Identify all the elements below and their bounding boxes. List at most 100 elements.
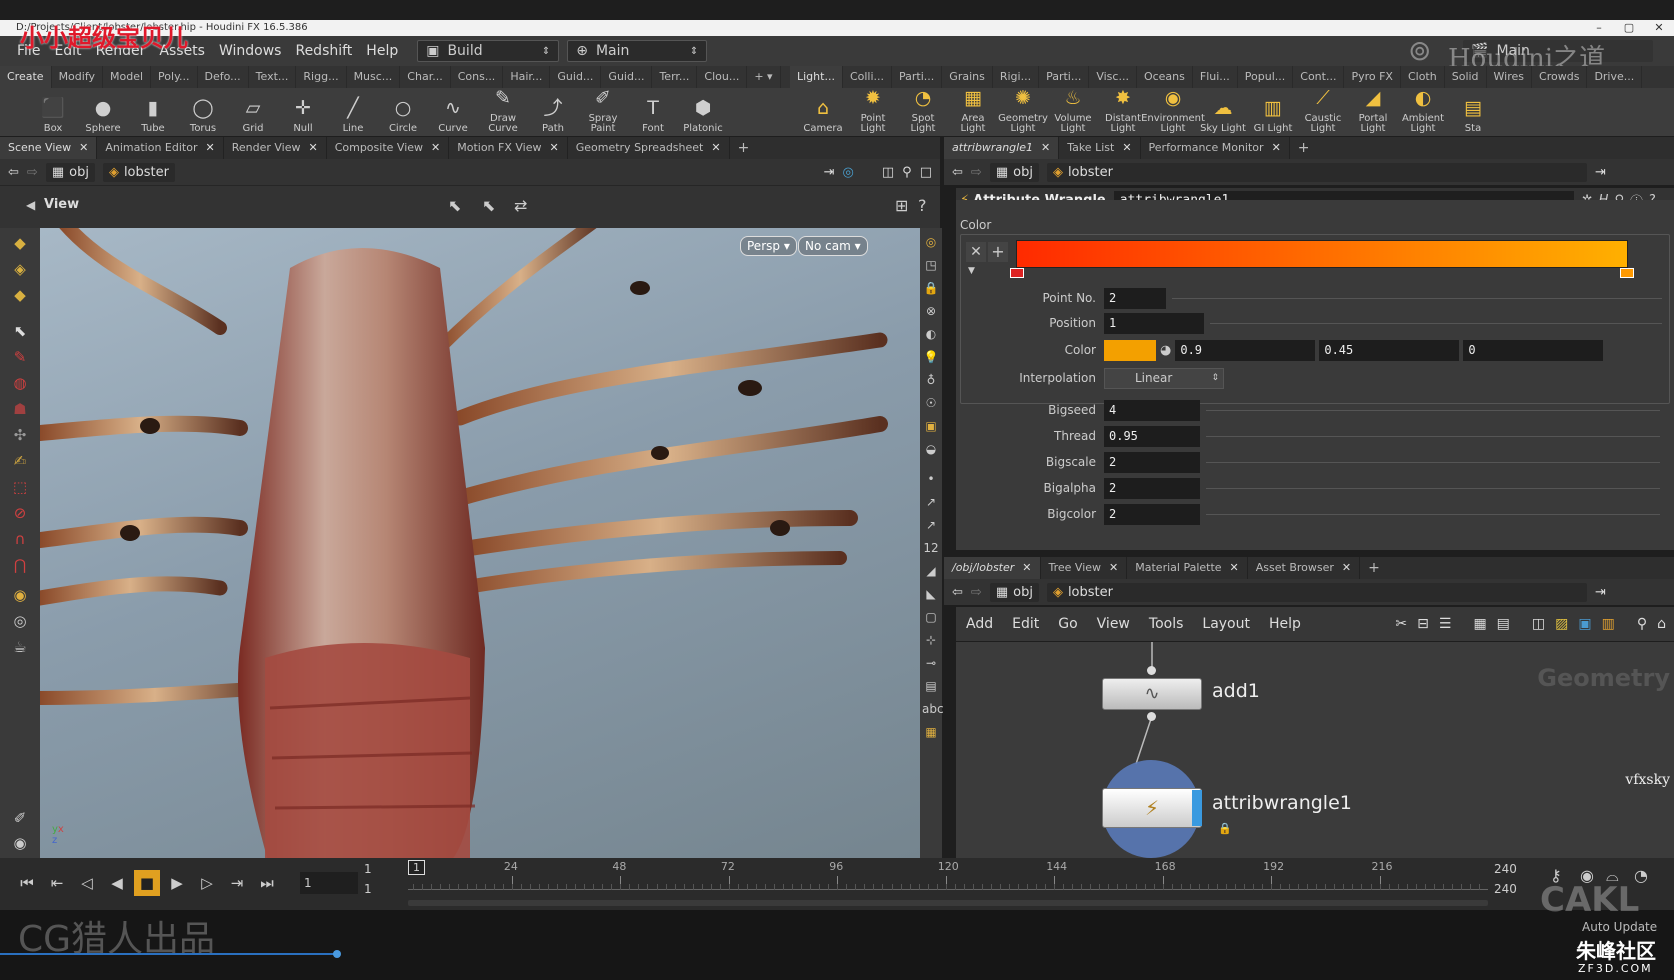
- circle-tool[interactable]: ○ Circle: [378, 88, 428, 136]
- layout-icon[interactable]: ◫: [1532, 616, 1545, 632]
- node-output-dot[interactable]: [1147, 712, 1156, 721]
- jump-end-icon[interactable]: ⏭: [254, 870, 280, 896]
- close-tab-icon[interactable]: ✕: [1230, 557, 1239, 579]
- image-display-icon[interactable]: ▦: [922, 723, 940, 741]
- network-menu-item[interactable]: Help: [1269, 616, 1301, 632]
- interpolation-select[interactable]: Linear ⇕: [1104, 367, 1224, 389]
- bigalpha-slider[interactable]: [1206, 487, 1660, 489]
- add-tab-icon[interactable]: +: [730, 140, 758, 156]
- null-tool[interactable]: ✛ Null: [278, 88, 328, 136]
- color-swatch[interactable]: [1104, 339, 1156, 361]
- network-menu-item[interactable]: Add: [966, 616, 993, 632]
- pane-tab[interactable]: Material Palette ✕: [1127, 557, 1248, 579]
- camera-menu[interactable]: No cam ▾: [798, 236, 868, 256]
- network-menu-item[interactable]: Edit: [1012, 616, 1039, 632]
- ramp-remove-button[interactable]: ✕: [966, 242, 986, 262]
- color-ramp[interactable]: [1016, 240, 1628, 268]
- toggle-select-icon[interactable]: ⇄: [514, 196, 527, 215]
- color-g-field[interactable]: 0.45: [1319, 339, 1460, 361]
- pane-tab[interactable]: Geometry Spreadsheet ✕: [568, 137, 730, 159]
- range-start-field[interactable]: 1: [360, 882, 405, 896]
- snapping-icon[interactable]: ◉: [7, 584, 33, 606]
- forward-icon[interactable]: ⇨: [971, 585, 982, 600]
- camera-tool-icon[interactable]: ◎: [7, 610, 33, 632]
- platonic-tool[interactable]: ⬢ Platonic: [678, 88, 728, 136]
- crumb-lobster[interactable]: ◈ lobster: [102, 162, 175, 182]
- pane-tab[interactable]: Performance Monitor ✕: [1141, 137, 1290, 159]
- pane-tab[interactable]: Scene View ✕: [0, 137, 98, 159]
- point-display-icon[interactable]: •: [922, 470, 940, 488]
- play-reverse-icon[interactable]: ◀: [104, 870, 130, 896]
- shelf-tab[interactable]: Crowds: [1532, 66, 1588, 88]
- shelf-tab[interactable]: Rigg...: [296, 66, 347, 88]
- rotate-tool-icon[interactable]: ◈: [7, 258, 33, 280]
- render-region-icon[interactable]: ◉: [7, 832, 33, 854]
- number-display-icon[interactable]: 12: [922, 539, 940, 557]
- render-tool-icon[interactable]: ☕: [7, 636, 33, 658]
- menu-redshift[interactable]: Redshift: [288, 43, 359, 59]
- shelf-tab[interactable]: Drive...: [1587, 66, 1643, 88]
- crumb-obj[interactable]: ▦ obj: [45, 162, 95, 182]
- close-tab-icon[interactable]: ✕: [1022, 557, 1031, 579]
- shelf-tab[interactable]: Modify: [52, 66, 104, 88]
- menu-help[interactable]: Help: [359, 43, 405, 59]
- color-wheel-icon[interactable]: ◕: [1160, 343, 1171, 358]
- close-tab-icon[interactable]: ✕: [1041, 137, 1050, 159]
- primitive-icon[interactable]: ▤: [922, 677, 940, 695]
- range-end-field[interactable]: 240: [1494, 882, 1517, 896]
- maximize-pane-icon[interactable]: □: [920, 165, 932, 180]
- camera-tool[interactable]: ⌂ Camera: [798, 88, 848, 136]
- stage-tool[interactable]: ▤ Sta: [1448, 88, 1498, 136]
- brush-icon[interactable]: ✎: [7, 346, 33, 368]
- uv-display-icon[interactable]: ◣: [922, 585, 940, 603]
- shelf-tab[interactable]: Popul...: [1238, 66, 1294, 88]
- shelf-tab[interactable]: Flui...: [1193, 66, 1238, 88]
- step-back-icon[interactable]: ◁: [74, 870, 100, 896]
- pin-icon[interactable]: ⇥: [1595, 165, 1606, 180]
- close-tab-icon[interactable]: ✕: [550, 137, 559, 159]
- headlight-icon[interactable]: ♁: [922, 371, 940, 389]
- environment-light-tool[interactable]: ◉ Environment Light: [1141, 87, 1205, 136]
- geometry-light-tool[interactable]: ✺ Geometry Light: [998, 87, 1048, 136]
- bigseed-field[interactable]: 4: [1104, 399, 1200, 421]
- crumb-obj[interactable]: ▦ obj: [989, 582, 1039, 602]
- select-tool-icon[interactable]: ⬉: [448, 196, 461, 215]
- play-icon[interactable]: ▶: [164, 870, 190, 896]
- link-icon[interactable]: ◎: [843, 165, 854, 180]
- attribwrangle1-node[interactable]: ⚡: [1102, 788, 1202, 828]
- ghost-icon[interactable]: ◎: [922, 233, 940, 251]
- shelf-tab[interactable]: Terr...: [652, 66, 698, 88]
- forward-icon[interactable]: ⇨: [27, 165, 38, 180]
- volume-light-tool[interactable]: ♨ Volume Light: [1048, 87, 1098, 136]
- close-tab-icon[interactable]: ✕: [1122, 137, 1131, 159]
- shelf-tab[interactable]: Char...: [400, 66, 451, 88]
- bigseed-slider[interactable]: [1206, 409, 1660, 411]
- display-tree-icon[interactable]: ⊞: [895, 196, 908, 215]
- end-frame-field[interactable]: 240: [1494, 862, 1517, 876]
- prev-key-icon[interactable]: ⇤: [44, 870, 70, 896]
- pane-tab[interactable]: /obj/lobster ✕: [944, 557, 1041, 579]
- node-input-dot[interactable]: [1147, 666, 1156, 675]
- draw-curve-tool[interactable]: ✎ Draw Curve: [478, 87, 528, 136]
- snap-display-icon[interactable]: ⊹: [922, 631, 940, 649]
- sphere-tool[interactable]: ● Sphere: [78, 88, 128, 136]
- scene-viewport[interactable]: Persp ▾ No cam ▾ yx z: [40, 228, 920, 858]
- bigscale-slider[interactable]: [1206, 461, 1660, 463]
- color-b-field[interactable]: 0: [1463, 339, 1604, 361]
- bigcolor-field[interactable]: 2: [1104, 503, 1200, 525]
- point-no-field[interactable]: 2: [1104, 287, 1166, 309]
- add-shelf-tab-icon[interactable]: + ▾: [747, 66, 781, 88]
- pane-tab[interactable]: attribwrangle1 ✕: [944, 137, 1060, 159]
- tree-icon[interactable]: ⊟: [1417, 616, 1429, 632]
- path-tool[interactable]: ⤴ Path: [528, 88, 578, 136]
- move-tool-icon[interactable]: ◆: [7, 232, 33, 254]
- gi-light-tool[interactable]: ▥ GI Light: [1248, 88, 1298, 136]
- ramp-collapse-icon[interactable]: ▼: [968, 266, 975, 276]
- persp-menu[interactable]: Persp ▾: [740, 236, 797, 256]
- start-frame-field[interactable]: 1: [360, 862, 405, 876]
- crumb-lobster[interactable]: ◈ lobster: [1046, 582, 1587, 602]
- pin-icon[interactable]: ⇥: [1595, 585, 1606, 600]
- palette-icon[interactable]: ▥: [1602, 616, 1615, 632]
- flipbook-icon[interactable]: ✐: [7, 807, 33, 829]
- light-icon[interactable]: 💡: [922, 348, 940, 366]
